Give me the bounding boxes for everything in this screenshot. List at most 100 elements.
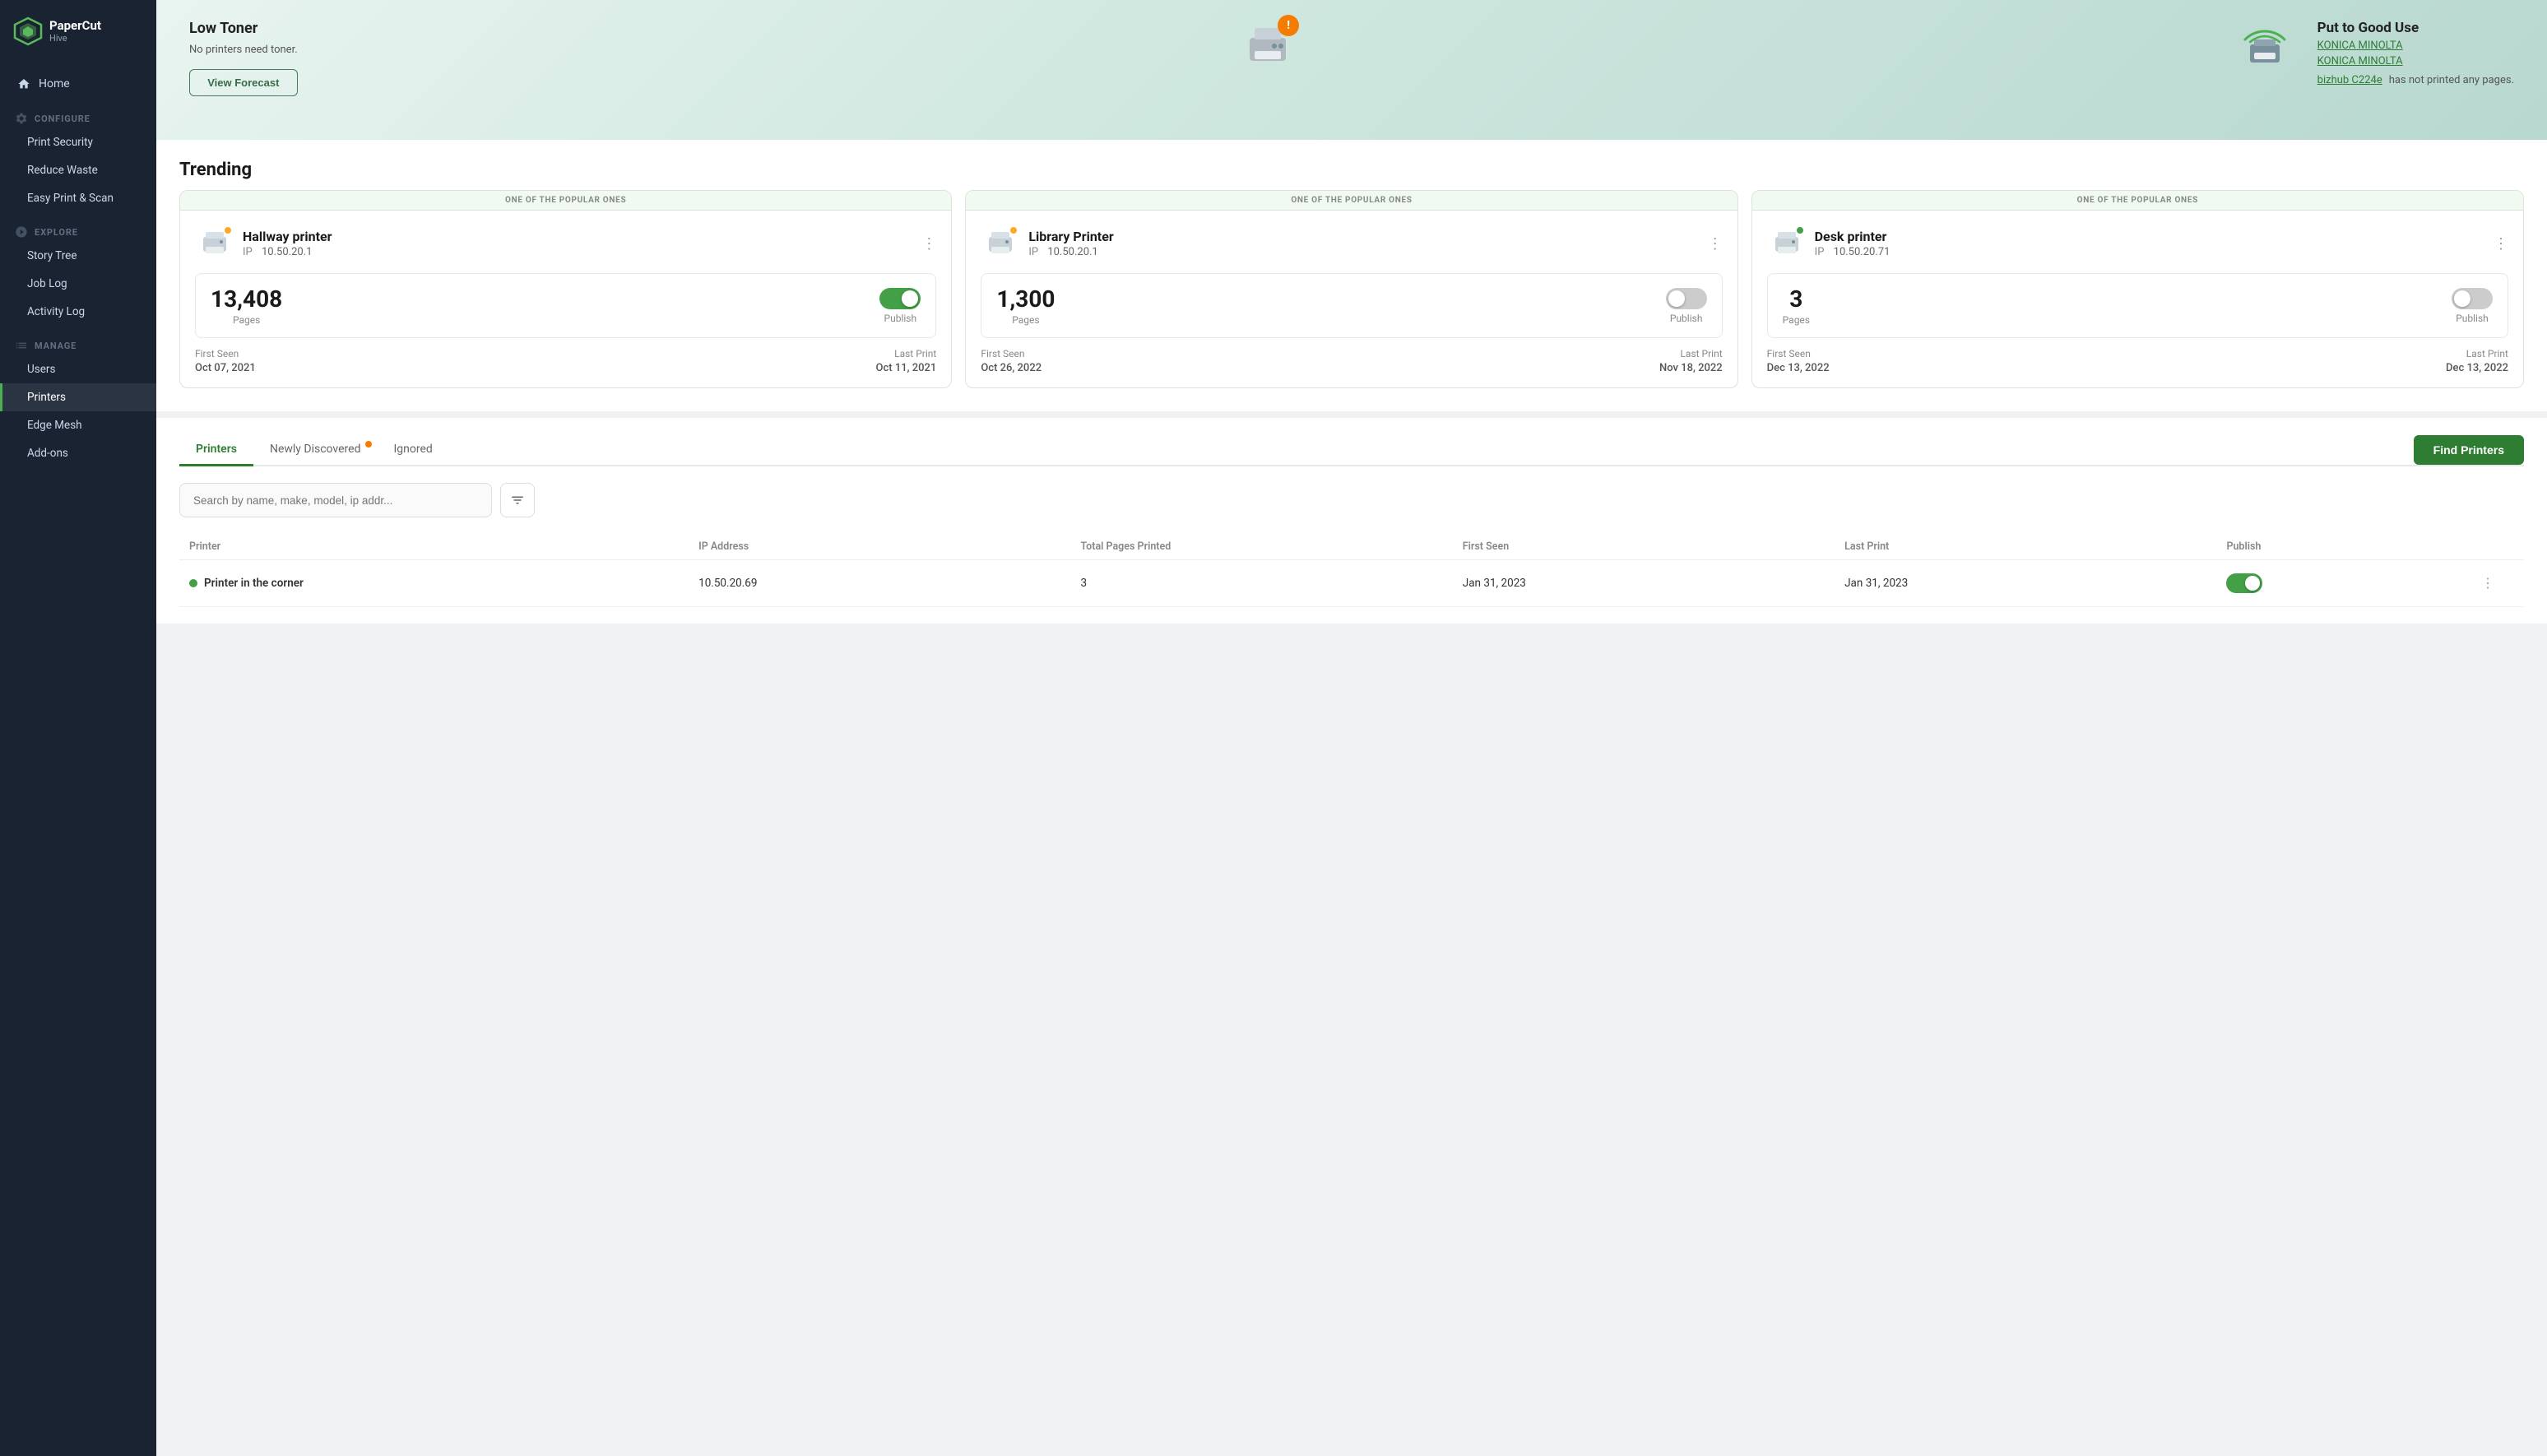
tab-newly-discovered[interactable]: Newly Discovered [253,434,378,466]
status-dot-hallway [223,225,233,235]
papercut-logo-icon [13,16,43,46]
explore-section-icon [15,225,28,239]
row-status-dot-corner [189,579,197,587]
pages-stat-hallway: 13,408 Pages [211,285,282,326]
main-content: Low Toner No printers need toner. View F… [156,0,2547,1456]
trending-section: Trending ONE OF THE POPULAR ONES [156,140,2547,411]
hero-printer-icon-wrap: ! [1241,20,1294,76]
publish-label-hallway: Publish [884,313,917,324]
sidebar-item-activity-log[interactable]: Activity Log [0,298,156,326]
printer-icon-wrap-hallway [195,224,234,263]
card-footer-hallway: First Seen Oct 07, 2021 Last Print Oct 1… [195,348,936,374]
hero-banner: Low Toner No printers need toner. View F… [156,0,2547,140]
printer-icon-wrap-desk [1767,224,1807,263]
card-ip-desk: IP 10.50.20.71 [1815,246,1891,258]
first-seen-hallway: First Seen Oct 07, 2021 [195,348,256,374]
sidebar-item-home[interactable]: Home [0,69,156,99]
logo-sub: Hive [49,33,101,44]
card-printer-name-desk: Desk printer [1815,229,1891,244]
row-last-print-corner: Jan 31, 2023 [1844,577,2226,590]
filter-icon [510,493,525,508]
card-printer-details-hallway: Hallway printer IP 10.50.20.1 [243,229,332,258]
card-body-hallway: Hallway printer IP 10.50.20.1 ⋮ [180,211,951,387]
tab-ignored[interactable]: Ignored [377,434,448,466]
last-print-hallway: Last Print Oct 11, 2021 [876,348,937,374]
sidebar-navigation: Home CONFIGURE Print Security Reduce Was… [0,63,156,474]
row-menu-corner[interactable]: ⋮ [2481,575,2494,591]
sidebar-item-reduce-waste[interactable]: Reduce Waste [0,156,156,184]
find-printers-button[interactable]: Find Printers [2414,435,2524,465]
hero-right-section: Put to Good Use KONICA MINOLTA KONICA MI… [2238,20,2514,86]
hero-right-link2[interactable]: KONICA MINOLTA [2317,55,2403,67]
card-badge-hallway: ONE OF THE POPULAR ONES [180,191,951,211]
card-printer-details-desk: Desk printer IP 10.50.20.71 [1815,229,1891,258]
col-actions [2481,540,2514,553]
col-printer: Printer [189,540,698,553]
row-pages-corner: 3 [1080,577,1462,590]
sidebar-item-easy-print-scan[interactable]: Easy Print & Scan [0,184,156,212]
printer-card-hallway: ONE OF THE POPULAR ONES [179,190,952,388]
pages-number-library: 1,300 [996,285,1055,313]
publish-label-desk: Publish [2456,313,2489,324]
hero-right-link1[interactable]: KONICA MINOLTA [2317,39,2403,52]
hero-title: Low Toner [189,20,298,37]
toggle-corner[interactable] [2226,573,2262,593]
col-pages: Total Pages Printed [1080,540,1462,553]
publish-toggle-hallway[interactable]: Publish [879,288,921,324]
hero-right-link3[interactable]: bizhub C224e [2317,74,2382,86]
filter-button[interactable] [500,483,535,517]
table-row: Printer in the corner 10.50.20.69 3 Jan … [179,560,2524,607]
toggle-thumb-desk [2454,290,2470,307]
sidebar-item-story-tree[interactable]: Story Tree [0,242,156,270]
toggle-switch-desk[interactable] [2452,288,2493,309]
hero-right-title: Put to Good Use [2317,20,2419,36]
wifi-printer-icon [2238,20,2291,72]
col-first-seen: First Seen [1463,540,1844,553]
first-seen-desk: First Seen Dec 13, 2022 [1767,348,1830,374]
trending-section-header: Trending [156,140,2547,190]
row-publish-corner[interactable] [2226,573,2481,593]
explore-section-label: EXPLORE [0,212,156,242]
logo: PaperCut Hive [0,0,156,63]
content-area: Trending ONE OF THE POPULAR ONES [156,140,2547,624]
trending-cards: ONE OF THE POPULAR ONES [156,190,2547,411]
sidebar-item-edge-mesh[interactable]: Edge Mesh [0,411,156,439]
printer-card-library: ONE OF THE POPULAR ONES [965,190,1737,388]
hero-right-body: bizhub C224e has not printed any pages. [2317,71,2514,86]
search-input[interactable] [179,483,492,517]
publish-toggle-library[interactable]: Publish [1666,288,1707,324]
row-printer-name-corner: Printer in the corner [189,577,698,590]
sidebar-item-add-ons[interactable]: Add-ons [0,439,156,467]
toggle-switch-library[interactable] [1666,288,1707,309]
publish-toggle-desk[interactable]: Publish [2452,288,2493,324]
sidebar-item-users[interactable]: Users [0,355,156,383]
toggle-switch-hallway[interactable] [879,288,921,309]
card-body-library: Library Printer IP 10.50.20.1 ⋮ [966,211,1737,387]
card-printer-name-hallway: Hallway printer [243,229,332,244]
printer-tabs: Printers Newly Discovered Ignored [179,434,449,465]
toggle-thumb-corner [2245,576,2260,591]
sidebar-item-job-log[interactable]: Job Log [0,270,156,298]
view-forecast-button[interactable]: View Forecast [189,69,298,96]
card-menu-desk[interactable]: ⋮ [2494,235,2508,253]
sidebar: PaperCut Hive Home CONFIGURE Print Secur… [0,0,156,1456]
sidebar-item-printers[interactable]: Printers [0,383,156,411]
card-menu-hallway[interactable]: ⋮ [921,235,936,253]
alert-badge: ! [1278,15,1299,36]
card-menu-library[interactable]: ⋮ [1708,235,1723,253]
tab-printers[interactable]: Printers [179,434,253,466]
printer-icon-wrap-library [981,224,1020,263]
pages-label-hallway: Pages [211,314,282,326]
card-ip-library: IP 10.50.20.1 [1028,246,1113,258]
card-header-row-desk: Desk printer IP 10.50.20.71 ⋮ [1767,224,2508,263]
card-header-row-library: Library Printer IP 10.50.20.1 ⋮ [981,224,1722,263]
manage-section-label: MANAGE [0,326,156,355]
col-last-print: Last Print [1844,540,2226,553]
newly-discovered-badge [365,441,372,447]
card-printer-info-library: Library Printer IP 10.50.20.1 [981,224,1113,263]
logo-name: PaperCut [49,19,101,33]
card-footer-library: First Seen Oct 26, 2022 Last Print Nov 1… [981,348,1722,374]
card-stats-desk: 3 Pages Publish [1767,273,2508,338]
sidebar-item-print-security[interactable]: Print Security [0,128,156,156]
status-dot-desk [1795,225,1805,235]
